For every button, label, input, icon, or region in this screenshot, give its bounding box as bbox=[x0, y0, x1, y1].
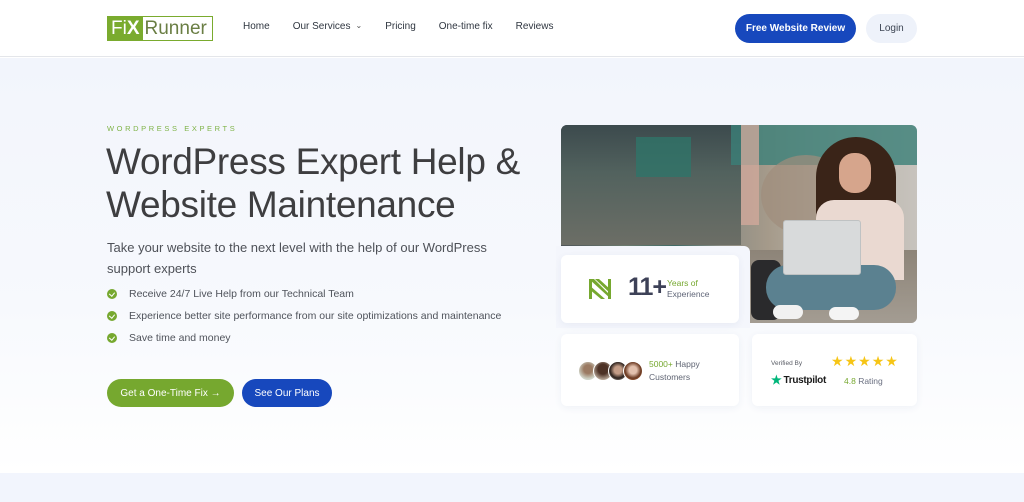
photo-building-window bbox=[636, 137, 691, 177]
customers-count: 5000+ Happy bbox=[649, 359, 700, 369]
star-icon: ★ bbox=[871, 353, 885, 369]
hero-title: WordPress Expert Help & Website Maintena… bbox=[106, 141, 520, 225]
photo-laptop bbox=[783, 220, 861, 275]
check-circle-icon bbox=[107, 311, 117, 321]
rating-value: 4.8 bbox=[844, 376, 856, 386]
customers-number: 5000+ bbox=[649, 359, 673, 369]
nav-pricing-label: Pricing bbox=[385, 21, 416, 32]
experience-label: Experience bbox=[667, 289, 710, 299]
see-our-plans-button[interactable]: See Our Plans bbox=[242, 379, 332, 407]
photo-pillar bbox=[741, 125, 759, 225]
next-section-band bbox=[0, 473, 1024, 502]
customer-avatars bbox=[578, 361, 643, 381]
feature-item: Experience better site performance from … bbox=[107, 309, 507, 323]
photo-shoe bbox=[829, 307, 859, 320]
feature-list: Receive 24/7 Live Help from our Technica… bbox=[107, 287, 507, 353]
nav-home-label: Home bbox=[243, 21, 270, 32]
logo-text-runner: Runner bbox=[144, 17, 207, 39]
rating-stars: ★ ★ ★ ★ ★ bbox=[831, 353, 898, 370]
nav-pricing[interactable]: Pricing bbox=[385, 21, 416, 32]
feature-text: Receive 24/7 Live Help from our Technica… bbox=[129, 288, 354, 300]
main-nav: Home Our Services ⌄ Pricing One-time fix … bbox=[243, 21, 576, 32]
feature-item: Save time and money bbox=[107, 331, 507, 345]
free-website-review-button[interactable]: Free Website Review bbox=[735, 14, 856, 43]
years-number: 11+ bbox=[628, 273, 667, 301]
verified-by-label: Verified By bbox=[771, 360, 803, 367]
star-icon: ★ bbox=[885, 353, 898, 369]
stripes-logo-icon bbox=[589, 279, 611, 299]
trustpilot-card[interactable]: Verified By ★ Trustpilot ★ ★ ★ ★ ★ 4.8 Ra… bbox=[752, 334, 917, 406]
logo-x-icon: X bbox=[126, 17, 140, 39]
nav-reviews-label: Reviews bbox=[515, 21, 554, 32]
site-header: Fi X Runner Home Our Services ⌄ Pricing On… bbox=[0, 0, 1024, 57]
nav-our-services-label: Our Services bbox=[292, 21, 351, 32]
rating-label: Rating bbox=[855, 376, 883, 386]
avatar bbox=[623, 361, 643, 381]
nav-reviews[interactable]: Reviews bbox=[516, 21, 554, 32]
trustpilot-logo: ★ Trustpilot bbox=[771, 373, 826, 387]
experience-card: 11+ Years of Experience bbox=[561, 255, 739, 323]
hero-eyebrow: WORDPRESS EXPERTS bbox=[107, 124, 238, 133]
customers-label: Customers bbox=[649, 372, 691, 382]
photo-face bbox=[839, 153, 871, 193]
hero-subtitle: Take your website to the next level with… bbox=[107, 240, 487, 276]
nav-home[interactable]: Home bbox=[243, 21, 270, 32]
chevron-down-icon: ⌄ bbox=[355, 21, 363, 30]
feature-item: Receive 24/7 Live Help from our Technica… bbox=[107, 287, 507, 301]
get-one-time-fix-button[interactable]: Get a One-Time Fix → bbox=[107, 379, 234, 407]
feature-text: Experience better site performance from … bbox=[129, 310, 502, 322]
customers-card: 5000+ Happy Customers bbox=[561, 334, 739, 406]
happy-label: Happy bbox=[672, 359, 700, 369]
star-icon: ★ bbox=[858, 353, 871, 369]
nav-one-time-fix[interactable]: One-time fix bbox=[439, 21, 493, 32]
fixrunner-logo[interactable]: Fi X Runner bbox=[107, 16, 213, 41]
years-label: Years of bbox=[667, 278, 698, 288]
check-circle-icon bbox=[107, 333, 117, 343]
login-button[interactable]: Login bbox=[866, 14, 917, 43]
trustpilot-star-icon: ★ bbox=[771, 373, 782, 387]
feature-text: Save time and money bbox=[129, 332, 231, 344]
nav-one-time-fix-label: One-time fix bbox=[438, 21, 493, 32]
photo-shoe bbox=[773, 305, 803, 319]
trustpilot-brand: Trustpilot bbox=[783, 374, 827, 386]
nav-our-services[interactable]: Our Services ⌄ bbox=[293, 21, 363, 32]
logo-text-fi: Fi bbox=[111, 17, 127, 39]
star-icon: ★ bbox=[844, 353, 858, 369]
star-icon: ★ bbox=[831, 353, 844, 369]
rating-text: 4.8 Rating bbox=[844, 376, 883, 386]
check-circle-icon bbox=[107, 289, 117, 299]
